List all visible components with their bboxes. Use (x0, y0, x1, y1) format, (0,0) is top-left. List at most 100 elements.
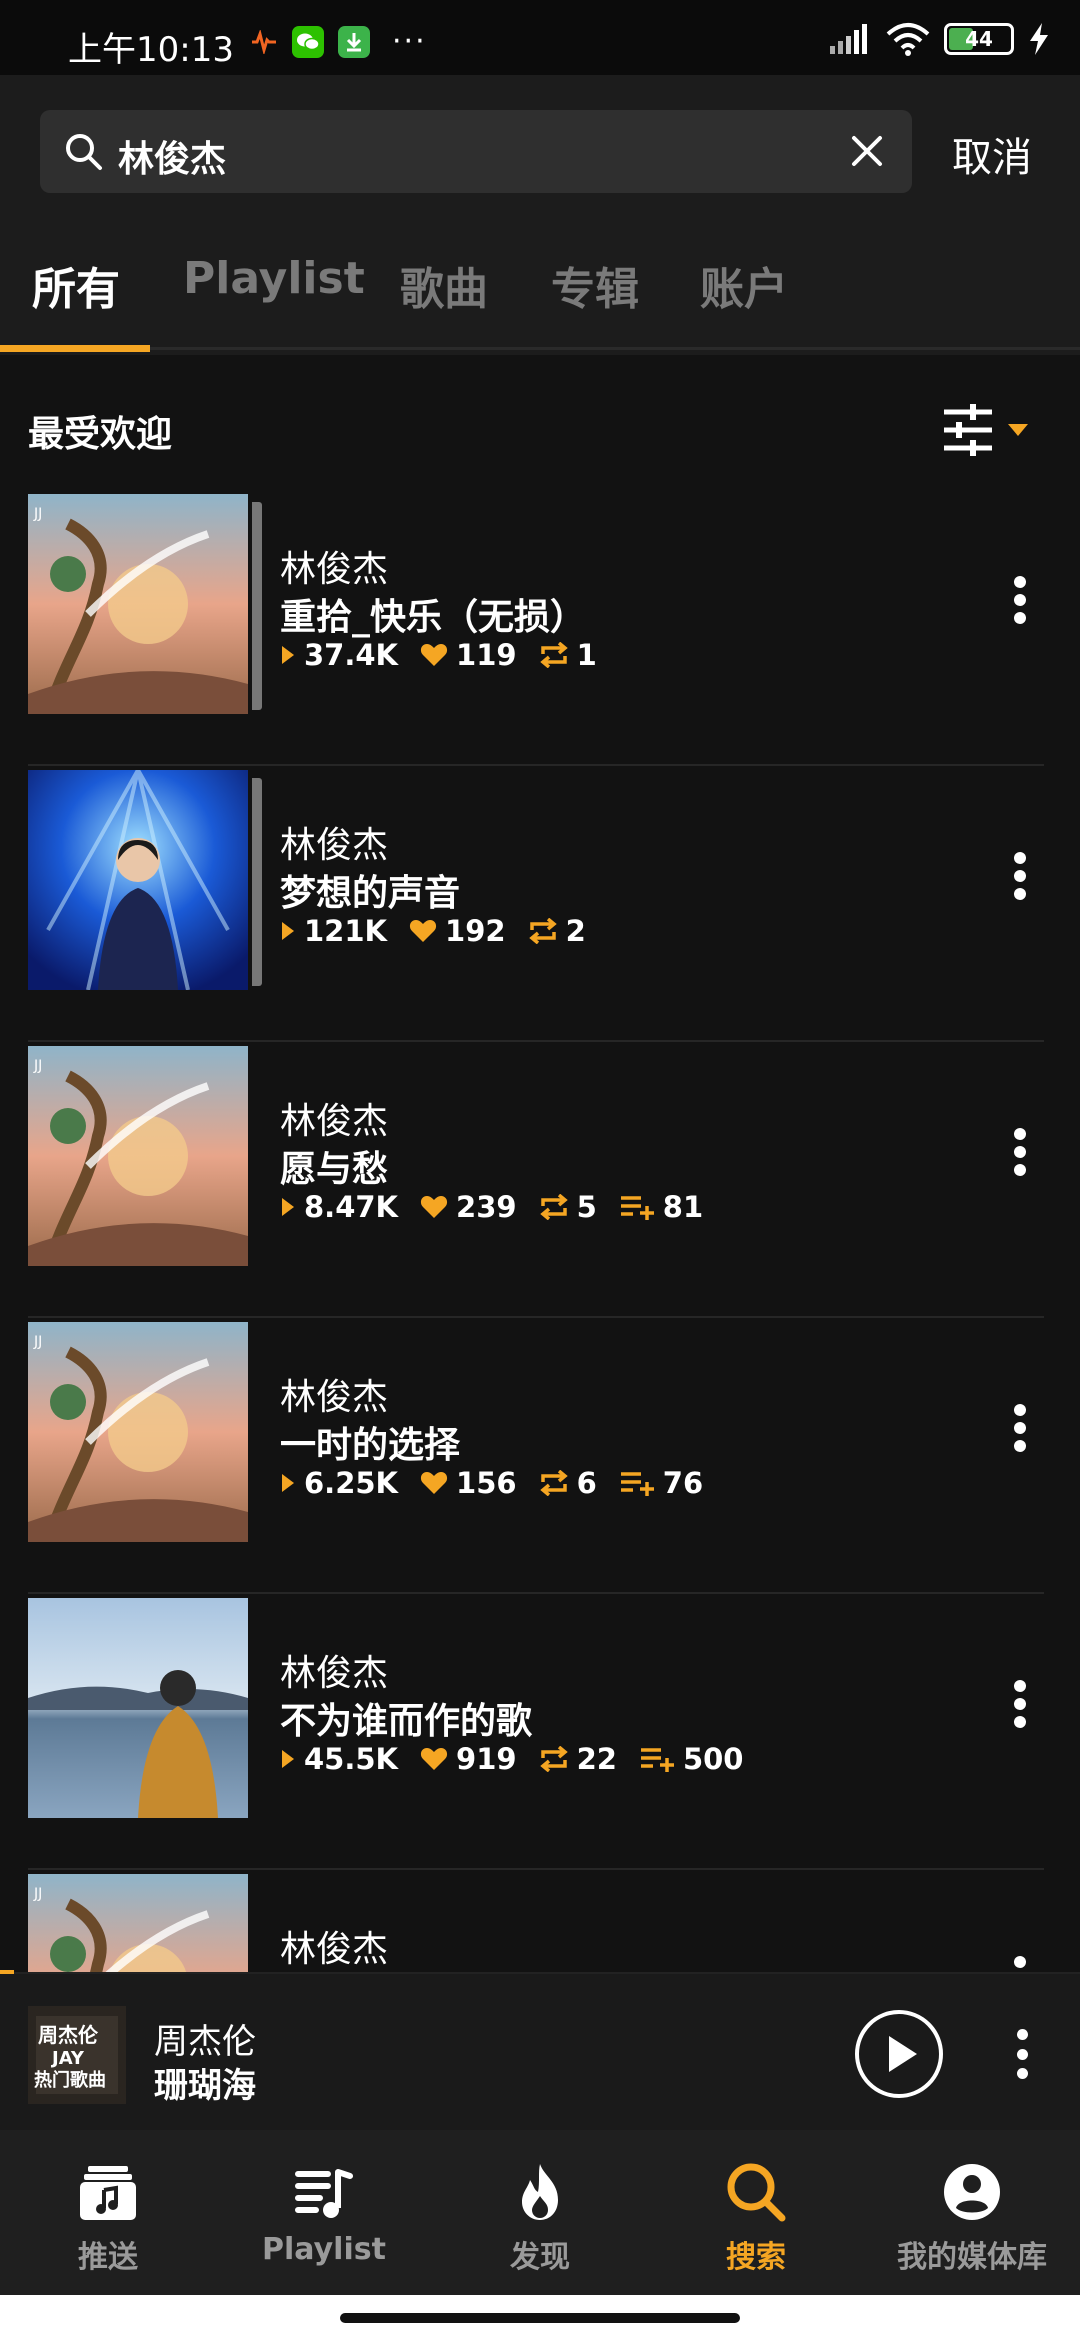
like-count: 239 (420, 1190, 517, 1224)
sliders-icon (944, 404, 992, 456)
nav-label: 我的媒体库 (897, 2240, 1047, 2275)
system-gesture-area (0, 2295, 1080, 2340)
play-button[interactable] (855, 2010, 943, 2098)
like-count: 192 (409, 914, 506, 948)
clear-search-icon[interactable] (846, 130, 888, 172)
track-cover[interactable] (28, 770, 248, 990)
add-to-playlist-icon (620, 1472, 654, 1496)
track-more-button[interactable] (1000, 1398, 1040, 1458)
add-to-playlist-icon (620, 1196, 654, 1220)
track-stats: 37.4K 119 1 (280, 638, 619, 672)
tab-albums[interactable]: 专辑 (551, 253, 639, 317)
track-artist: 林俊杰 (280, 1377, 389, 1418)
track-artist: 林俊杰 (280, 549, 389, 590)
fire-icon (522, 2164, 558, 2220)
heart-icon (409, 920, 437, 942)
cancel-button[interactable]: 取消 (952, 125, 1032, 183)
mini-player-more-button[interactable] (1010, 2029, 1034, 2079)
home-indicator[interactable] (340, 2313, 740, 2323)
track-more-button[interactable] (1000, 570, 1040, 630)
repost-icon (539, 1470, 568, 1496)
svg-text:JJ: JJ (33, 1334, 42, 1350)
tab-songs[interactable]: 歌曲 (400, 253, 488, 317)
search-query[interactable]: 林俊杰 (118, 130, 226, 182)
track-more-button[interactable] (1000, 1674, 1040, 1734)
tab-playlist[interactable]: Playlist (183, 253, 365, 304)
playlist-add-count: 81 (619, 1190, 703, 1224)
like-count-value: 919 (456, 1742, 517, 1776)
nav-library[interactable]: 我的媒体库 (872, 2160, 1072, 2276)
repost-count-value: 1 (576, 638, 597, 672)
track-more-button[interactable] (1000, 846, 1040, 906)
nav-label: 搜索 (726, 2240, 786, 2275)
track-row[interactable]: 林俊杰 梦想的声音 121K 192 2 (0, 766, 1080, 1042)
play-count-value: 45.5K (304, 1742, 399, 1776)
track-title: 不为谁而作的歌 (280, 1701, 533, 1742)
track-row[interactable]: 林俊杰 不为谁而作的歌 45.5K 919 22 500 (0, 1594, 1080, 1870)
play-count: 37.4K (280, 638, 398, 672)
track-cover[interactable] (28, 1598, 248, 1818)
track-cover[interactable]: JJ (28, 1322, 248, 1542)
sort-filter-button[interactable] (940, 400, 1050, 460)
track-stats: 121K 192 2 (280, 914, 608, 948)
download-icon (338, 25, 370, 58)
playlist-add-count: 76 (619, 1466, 703, 1500)
track-row[interactable]: JJ 林俊杰 重拾_快乐（无损） 37.4K 119 1 (0, 490, 1080, 766)
repost-count: 1 (539, 638, 597, 672)
repost-icon (539, 1194, 568, 1220)
track-cover[interactable]: JJ (28, 1046, 248, 1266)
track-more-button[interactable] (1000, 1122, 1040, 1182)
like-count-value: 239 (456, 1190, 517, 1224)
like-count-value: 156 (456, 1466, 517, 1500)
like-count: 156 (420, 1466, 517, 1500)
play-count-icon (282, 922, 294, 940)
wechat-icon (292, 25, 324, 58)
tabs-divider (150, 347, 1080, 350)
track-title: 梦想的声音 (280, 873, 461, 914)
play-count-icon (282, 1474, 294, 1492)
status-notifications: ··· (250, 24, 427, 59)
playlist-add-count-value: 500 (682, 1742, 744, 1776)
account-icon (944, 2164, 1000, 2220)
playlist-icon (295, 2169, 353, 2218)
nav-search[interactable]: 搜索 (656, 2160, 856, 2276)
nav-discover[interactable]: 发现 (440, 2160, 640, 2276)
play-count: 8.47K (280, 1190, 398, 1224)
like-count-value: 192 (445, 914, 506, 948)
like-count: 919 (420, 1742, 517, 1776)
track-cover[interactable]: JJ (28, 494, 248, 714)
feed-icon (80, 2166, 136, 2220)
track-stats: 45.5K 919 22 500 (280, 1742, 765, 1776)
track-stats: 6.25K 156 6 76 (280, 1466, 725, 1500)
charging-icon (1030, 23, 1048, 55)
playlist-add-count-value: 81 (662, 1190, 704, 1224)
search-input[interactable]: 林俊杰 (40, 110, 912, 193)
playlist-stack-indicator (252, 778, 262, 986)
now-playing-cover[interactable]: 周杰伦 JAY 热门歌曲 (28, 2006, 126, 2104)
status-time: 上午10:13 (68, 30, 234, 70)
mini-player[interactable]: 周杰伦 JAY 热门歌曲 周杰伦 珊瑚海 (0, 1970, 1080, 2130)
result-tabs: 所有 Playlist 歌曲 专辑 账户 (0, 245, 1080, 355)
repost-count: 6 (539, 1466, 597, 1500)
more-notifications-icon: ··· (392, 24, 427, 59)
cover-text: JAY (50, 2048, 85, 2069)
section-title: 最受欢迎 (28, 414, 173, 455)
svg-text:JJ: JJ (33, 1886, 42, 1902)
track-row[interactable]: JJ 林俊杰 一时的选择 6.25K 156 6 76 (0, 1318, 1080, 1594)
heart-icon (420, 1472, 448, 1494)
tab-all[interactable]: 所有 (32, 253, 120, 317)
playback-progress (0, 1970, 14, 1974)
play-count-icon (282, 1750, 294, 1768)
play-count-value: 37.4K (304, 638, 399, 672)
repost-icon (539, 1746, 568, 1772)
now-playing-artist: 周杰伦 (154, 2022, 256, 2062)
play-count: 45.5K (280, 1742, 398, 1776)
play-count-value: 6.25K (304, 1466, 399, 1500)
nav-playlist[interactable]: Playlist (224, 2160, 424, 2267)
play-count-value: 8.47K (304, 1190, 399, 1224)
nav-label: Playlist (262, 2232, 386, 2267)
signal-icon (830, 24, 867, 54)
track-row[interactable]: JJ 林俊杰 愿与愁 8.47K 239 5 81 (0, 1042, 1080, 1318)
nav-feed[interactable]: 推送 (8, 2160, 208, 2276)
tab-accounts[interactable]: 账户 (700, 253, 788, 317)
